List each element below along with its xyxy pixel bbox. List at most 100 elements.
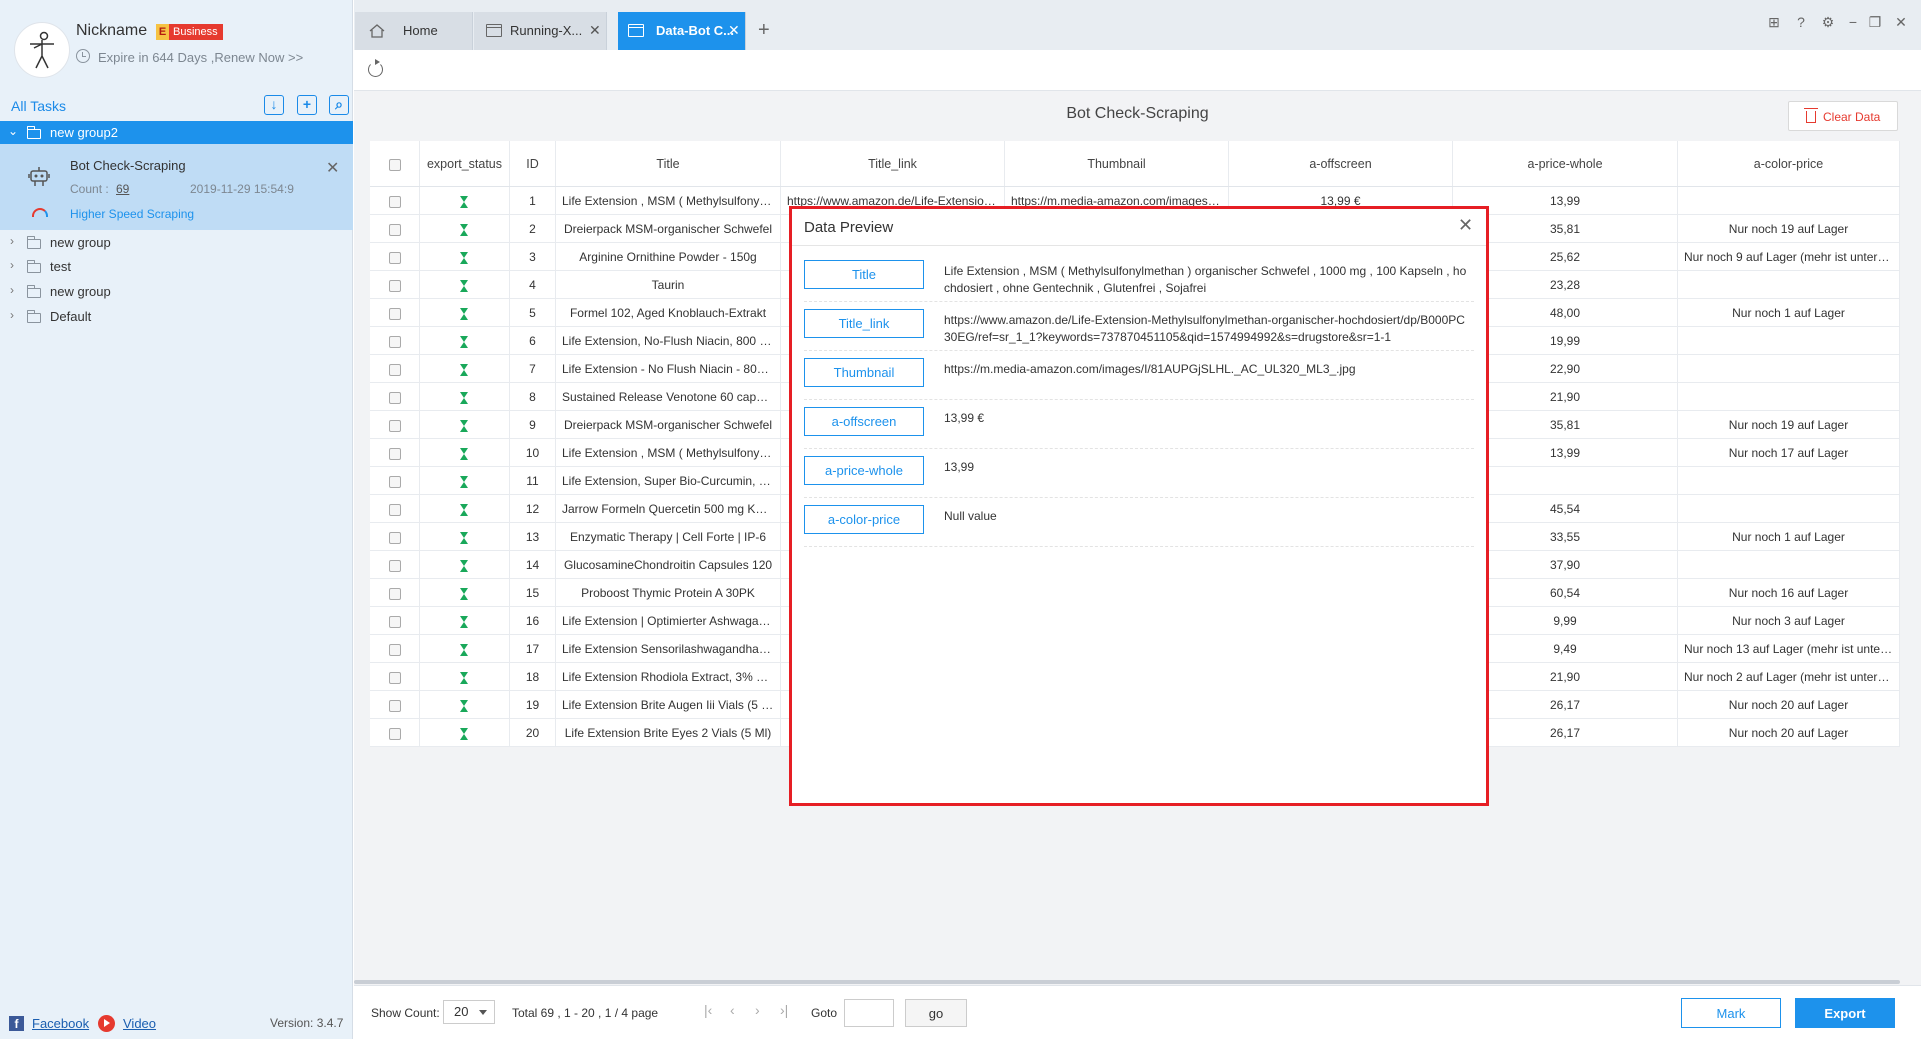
add-tab-icon[interactable]: + — [758, 19, 770, 42]
row-checkbox[interactable] — [388, 223, 401, 236]
restore-icon[interactable]: ❐ — [1867, 14, 1883, 30]
group-item-new-group2[interactable]: ⌄ new group2 — [0, 121, 353, 144]
row-checkbox-cell[interactable] — [370, 467, 420, 494]
row-checkbox-cell[interactable] — [370, 579, 420, 606]
row-checkbox[interactable] — [388, 195, 401, 208]
row-checkbox-cell[interactable] — [370, 271, 420, 298]
column-header[interactable]: a-price-whole — [1453, 141, 1678, 186]
row-checkbox-cell[interactable] — [370, 299, 420, 326]
row-checkbox[interactable] — [388, 503, 401, 516]
row-checkbox-cell[interactable] — [370, 243, 420, 270]
help-icon[interactable]: ? — [1793, 14, 1809, 30]
row-checkbox[interactable] — [388, 727, 401, 740]
column-header[interactable]: Title — [556, 141, 781, 186]
field-label[interactable]: a-color-price — [804, 505, 924, 534]
column-header[interactable]: ID — [510, 141, 556, 186]
refresh-icon[interactable] — [368, 59, 383, 77]
row-checkbox[interactable] — [388, 335, 401, 348]
row-checkbox[interactable] — [388, 643, 401, 656]
row-checkbox[interactable] — [388, 699, 401, 712]
column-header[interactable]: a-offscreen — [1229, 141, 1453, 186]
avatar[interactable] — [14, 22, 70, 78]
last-page-icon[interactable]: ›| — [780, 1002, 788, 1018]
add-task-icon[interactable]: + — [297, 95, 317, 115]
row-checkbox-cell[interactable] — [370, 607, 420, 634]
row-checkbox-cell[interactable] — [370, 355, 420, 382]
column-header[interactable]: Thumbnail — [1005, 141, 1229, 186]
horizontal-scrollbar[interactable] — [354, 980, 1900, 984]
field-label[interactable]: a-offscreen — [804, 407, 924, 436]
group-item-default[interactable]: › Default — [0, 305, 353, 329]
next-page-icon[interactable]: › — [755, 1002, 760, 1018]
row-checkbox[interactable] — [388, 251, 401, 264]
close-icon[interactable]: ✕ — [589, 22, 601, 39]
field-label[interactable]: Title_link — [804, 309, 924, 338]
clear-data-button[interactable]: Clear Data — [1788, 101, 1898, 131]
row-checkbox-cell[interactable] — [370, 635, 420, 662]
close-icon[interactable]: ✕ — [326, 158, 339, 178]
row-checkbox[interactable] — [388, 615, 401, 628]
prev-page-icon[interactable]: ‹ — [730, 1002, 735, 1018]
field-label[interactable]: Title — [804, 260, 924, 289]
search-task-icon[interactable]: ⌕ — [329, 95, 349, 115]
facebook-icon[interactable]: f — [9, 1016, 24, 1031]
row-checkbox[interactable] — [388, 363, 401, 376]
field-label[interactable]: Thumbnail — [804, 358, 924, 387]
row-checkbox-cell[interactable] — [370, 523, 420, 550]
go-button[interactable]: go — [905, 999, 967, 1027]
column-header[interactable]: a-color-price — [1678, 141, 1900, 186]
close-icon[interactable]: ✕ — [1458, 215, 1473, 236]
field-label[interactable]: a-price-whole — [804, 456, 924, 485]
row-checkbox-cell[interactable] — [370, 215, 420, 242]
column-header[interactable]: Title_link — [781, 141, 1005, 186]
row-checkbox[interactable] — [388, 531, 401, 544]
mark-button[interactable]: Mark — [1681, 998, 1781, 1028]
export-button[interactable]: Export — [1795, 998, 1895, 1028]
import-task-icon[interactable]: ↓ — [264, 95, 284, 115]
tab-running[interactable]: Running-X... ✕ — [474, 12, 607, 50]
video-link[interactable]: Video — [123, 1016, 156, 1031]
row-checkbox[interactable] — [388, 419, 401, 432]
close-window-icon[interactable]: ✕ — [1893, 14, 1909, 30]
row-checkbox-cell[interactable] — [370, 691, 420, 718]
close-icon[interactable]: ✕ — [728, 22, 740, 39]
row-checkbox-cell[interactable] — [370, 719, 420, 746]
tab-home[interactable]: Home — [355, 12, 473, 50]
count-value[interactable]: 69 — [116, 182, 129, 196]
group-item-new-group[interactable]: › new group — [0, 231, 353, 255]
goto-page-input[interactable] — [844, 999, 894, 1027]
gift-icon[interactable]: ⊞ — [1766, 14, 1782, 30]
row-checkbox[interactable] — [388, 587, 401, 600]
task-name[interactable]: Bot Check-Scraping — [70, 158, 186, 173]
row-checkbox-cell[interactable] — [370, 187, 420, 214]
youtube-icon[interactable] — [98, 1015, 115, 1032]
row-checkbox[interactable] — [388, 475, 401, 488]
row-checkbox-cell[interactable] — [370, 411, 420, 438]
row-checkbox[interactable] — [388, 391, 401, 404]
all-tasks-label[interactable]: All Tasks — [11, 98, 66, 114]
row-checkbox[interactable] — [388, 447, 401, 460]
expire-renew-link[interactable]: Expire in 644 Days ,Renew Now >> — [98, 50, 303, 65]
tab-data-bot[interactable]: Data-Bot C... ✕ — [618, 12, 746, 50]
select-all-checkbox[interactable] — [388, 158, 401, 171]
group-item-new-group[interactable]: › new group — [0, 280, 353, 304]
row-checkbox[interactable] — [388, 671, 401, 684]
row-checkbox-cell[interactable] — [370, 663, 420, 690]
show-count-select[interactable]: 20 — [443, 1000, 495, 1024]
settings-icon[interactable]: ⚙ — [1820, 14, 1836, 30]
row-checkbox[interactable] — [388, 559, 401, 572]
row-checkbox-cell[interactable] — [370, 383, 420, 410]
row-checkbox-cell[interactable] — [370, 495, 420, 522]
row-checkbox[interactable] — [388, 279, 401, 292]
minimize-icon[interactable]: − — [1845, 14, 1861, 30]
facebook-link[interactable]: Facebook — [32, 1016, 89, 1031]
row-checkbox[interactable] — [388, 307, 401, 320]
task-card[interactable]: Bot Check-Scraping ✕ Count : 69 2019-11-… — [0, 144, 353, 230]
group-item-test[interactable]: › test — [0, 255, 353, 279]
row-checkbox-cell[interactable] — [370, 551, 420, 578]
column-header[interactable]: export_status — [420, 141, 510, 186]
first-page-icon[interactable]: |‹ — [704, 1002, 712, 1018]
row-checkbox-cell[interactable] — [370, 439, 420, 466]
row-checkbox-cell[interactable] — [370, 327, 420, 354]
select-all-checkbox-cell[interactable] — [370, 141, 420, 186]
